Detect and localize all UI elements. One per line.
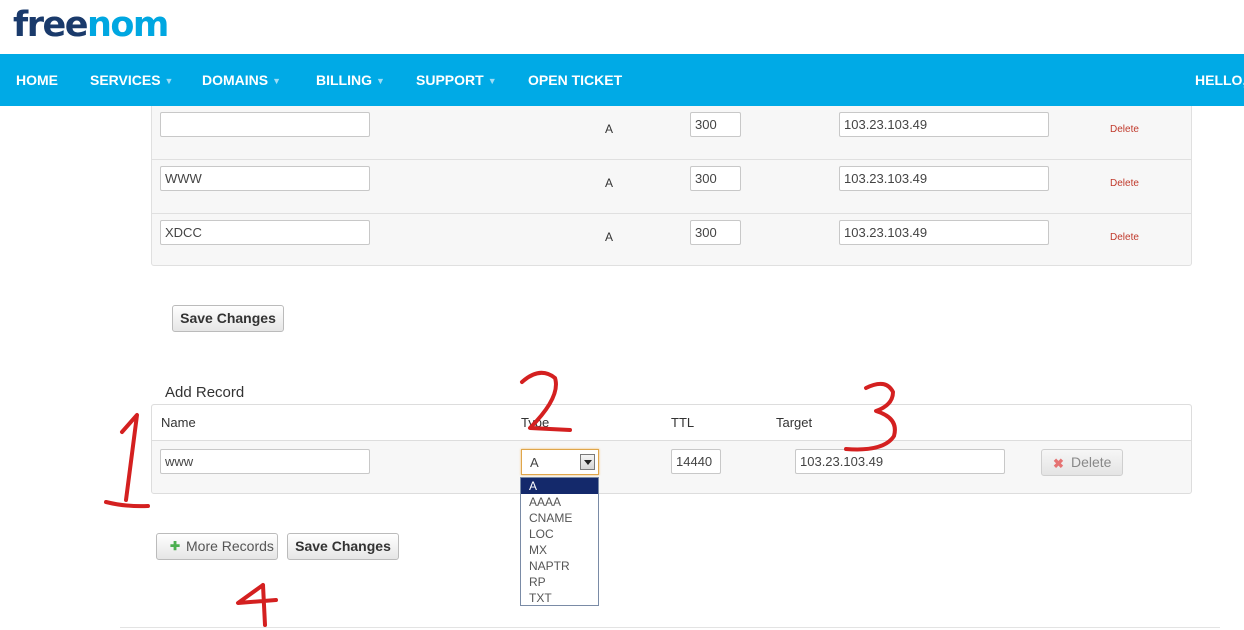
annotation-number-4 [236,583,278,627]
annotation-number-1 [104,413,150,509]
annotation-layer [104,370,897,627]
annotation-number-2 [520,370,572,432]
annotation-number-3 [844,381,897,452]
